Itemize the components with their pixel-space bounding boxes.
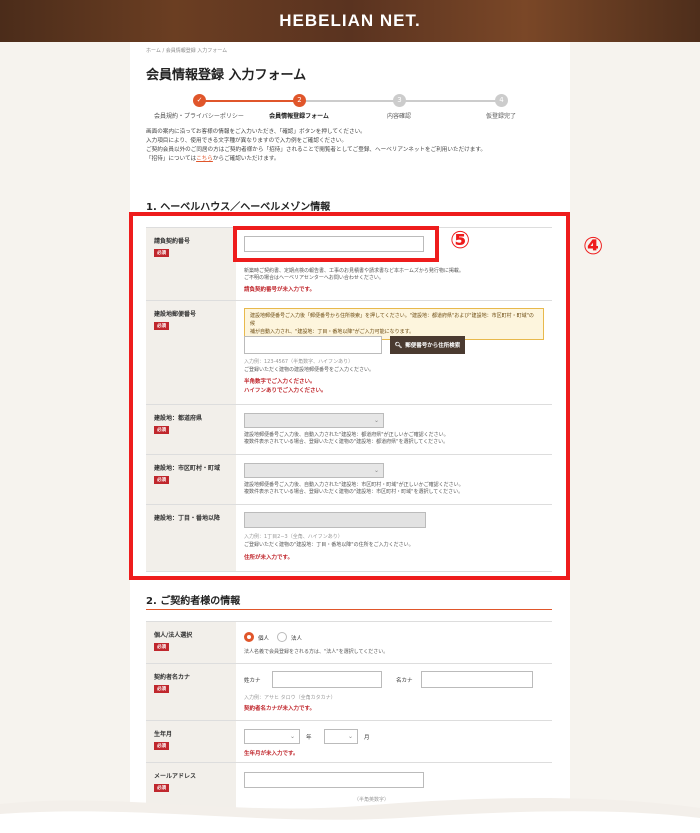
kana-sei-input[interactable] [272,671,382,688]
annotation-box-5 [233,226,439,262]
step-1-label: 会員規約・プライバシーポリシー [154,113,244,120]
step-2-label: 会員情報登録フォーム [269,113,329,120]
required-badge: 必須 [154,685,169,693]
row-birth: 生年月必須 ⌄ 年 ⌄ 月 生年月が未入力です。 [146,720,552,762]
radio-individual[interactable] [244,632,254,642]
kana-hint: 入力例：アサヒ タロウ（全角カタカナ） [244,695,336,701]
page-title: 会員情報登録 入力フォーム [146,68,307,83]
annotation-label-4: ④ [583,232,604,260]
birth-label: 生年月 必須 [146,721,236,762]
birth-month-label: 月 [364,735,370,741]
step-line-3 [399,100,499,102]
birth-month-select[interactable]: ⌄ [324,729,358,744]
intro-line-1: 画面の案内に沿ってお客様の情報をご入力いただき、「確認」ボタンを押してください。 [146,129,366,135]
step-line-2 [299,100,399,102]
radio-individual-label: 個人 [258,636,270,642]
step-3-label: 内容確認 [386,113,412,120]
step-1-check-icon: ✓ [193,94,206,107]
chevron-down-icon: ⌄ [347,733,353,740]
kana-sei-label: 姓カナ [244,678,261,684]
invite-link[interactable]: こちら [196,156,213,162]
step-3-dot: 3 [393,94,406,107]
kana-mei-input[interactable] [421,671,533,688]
kana-label: 契約者名カナ 必須 [146,664,236,720]
radio-corporate-label: 法人 [291,636,303,642]
person-type-note: 法人名義で会員登録をされる方は、"法人"を選択してください。 [244,649,389,655]
birth-year-select[interactable]: ⌄ [244,729,300,744]
section-2-underline [146,609,552,610]
site-logo[interactable]: HEBELIAN NET. [279,11,420,31]
progress-steps: ✓ 2 3 4 会員規約・プライバシーポリシー 会員情報登録フォーム 内容確認 … [146,94,526,124]
birth-error: 生年月が未入力です。 [244,751,299,757]
annotation-label-5: ⑤ [450,226,471,254]
intro-line-3: ご契約会員以外のご同居の方はご契約者様から「招待」されることで閲覧者としてご登録… [146,147,486,153]
intro-line-2: 入力項目により、使用できる文字種が異なりますので入力例をご確認ください。 [146,138,347,144]
chevron-down-icon: ⌄ [289,733,295,740]
intro-line-4-pre: 「招待」については [146,156,197,162]
required-badge: 必須 [154,742,169,750]
person-type-label-text: 個人/法人選択 [154,632,193,639]
row-kana: 契約者名カナ 必須 姓カナ 名カナ 入力例：アサヒ タロウ（全角カタカナ） 契約者… [146,663,552,720]
intro-line-4: 「招待」についてはこちらからご確認いただけます。 [146,155,546,164]
person-type-label: 個人/法人選択 必須 [146,622,236,663]
step-4-label: 仮登録完了 [485,113,517,120]
email-label-text: メールアドレス [154,773,197,780]
kana-label-text: 契約者名カナ [154,674,191,681]
birth-year-label: 年 [306,735,312,741]
annotation-box-4 [129,212,570,580]
birth-label-text: 生年月 [154,731,173,738]
email-input[interactable] [244,772,424,788]
section-2-title: 2. ご契約者様の情報 [146,596,241,607]
intro-text: 画面の案内に沿ってお客様の情報をご入力いただき、「確認」ボタンを押してください。… [146,128,546,164]
site-header: HEBELIAN NET. [0,0,700,42]
intro-line-4-post: からご確認いただけます。 [212,156,280,162]
kana-mei-label: 名カナ [396,678,413,684]
row-person-type: 個人/法人選択 必須 個人 法人 法人名義で会員登録をされる方は、"法人"を選択し… [146,621,552,663]
step-2-dot: 2 [293,94,306,107]
bottom-wave [0,798,700,833]
step-line-1 [199,100,299,102]
kana-error: 契約者名カナが未入力です。 [244,706,315,712]
required-badge: 必須 [154,643,169,651]
section-1-title: 1. ヘーベルハウス／ヘーベルメゾン情報 [146,202,331,213]
breadcrumb[interactable]: ホーム / 会員情報登録 入力フォーム [146,47,227,54]
radio-corporate[interactable] [277,632,287,642]
step-4-dot: 4 [495,94,508,107]
section-2-form: 個人/法人選択 必須 個人 法人 法人名義で会員登録をされる方は、"法人"を選択し… [146,621,552,812]
